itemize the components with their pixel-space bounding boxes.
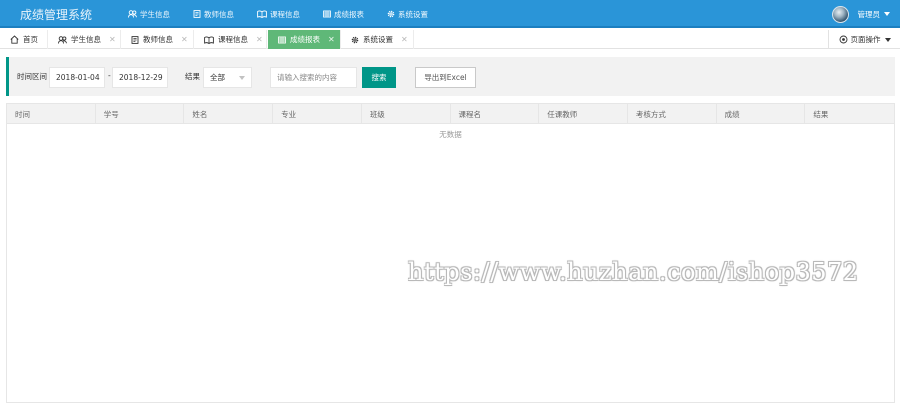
home-icon (10, 35, 19, 44)
close-icon[interactable]: ✕ (328, 35, 335, 44)
top-nav: 学生信息 教师信息 课程信息 成绩报表 系统设置 (128, 0, 451, 28)
avatar[interactable] (831, 5, 849, 23)
tab-grade-report[interactable]: 成绩报表 ✕ (268, 30, 341, 49)
nav-grade-report[interactable]: 成绩报表 (323, 0, 364, 28)
column-header-result[interactable]: 结果 (805, 104, 894, 124)
search-panel: 时间区间 2018-01-04 - 2018-12-29 结果 全部 请输入搜索… (6, 57, 895, 96)
table-header: 时间 学号 姓名 专业 班级 课程名 任课教师 考核方式 成绩 结果 (7, 104, 894, 124)
tab-course-info[interactable]: 课程信息 ✕ (194, 30, 267, 49)
users-icon (128, 10, 137, 18)
target-icon (839, 35, 847, 44)
keyword-search-input[interactable]: 请输入搜索的内容 (270, 67, 357, 88)
user-menu[interactable]: 管理员 (831, 5, 890, 23)
chevron-down-icon (884, 12, 890, 16)
export-excel-button[interactable]: 导出到Excel (415, 67, 476, 88)
column-header-score[interactable]: 成绩 (717, 104, 806, 124)
close-icon[interactable]: ✕ (181, 35, 188, 44)
user-name: 管理员 (857, 9, 881, 19)
nav-system-settings[interactable]: 系统设置 (387, 0, 428, 28)
gear-icon (351, 36, 359, 43)
grade-table: 时间 学号 姓名 专业 班级 课程名 任课教师 考核方式 成绩 结果 无数据 (6, 103, 895, 403)
app-title: 成绩管理系统 (20, 8, 93, 22)
tab-bar: 首页 学生信息 ✕ 教师信息 ✕ 课程信息 ✕ 成绩报表 ✕ 系统设置 ✕ 页面… (0, 30, 900, 49)
date-range-label: 时间区间 (17, 72, 47, 81)
nav-course-info[interactable]: 课程信息 (257, 0, 300, 28)
close-icon[interactable]: ✕ (256, 35, 263, 44)
page-operations-button[interactable]: 页面操作 (828, 30, 900, 49)
end-date-input[interactable]: 2018-12-29 (112, 67, 168, 88)
column-header-class[interactable]: 班级 (362, 104, 451, 124)
column-header-assessment[interactable]: 考核方式 (628, 104, 717, 124)
empty-table-message: 无数据 (439, 130, 462, 139)
tab-student-info[interactable]: 学生信息 ✕ (48, 30, 121, 49)
column-header-student-id[interactable]: 学号 (96, 104, 185, 124)
column-header-teacher[interactable]: 任课教师 (539, 104, 628, 124)
column-header-major[interactable]: 专业 (273, 104, 362, 124)
result-label: 结果 (185, 72, 200, 81)
table-icon (323, 10, 331, 18)
table-icon (278, 36, 286, 43)
document-icon (193, 10, 201, 18)
chevron-down-icon (239, 76, 245, 80)
users-icon (58, 35, 67, 44)
date-separator: - (108, 71, 111, 80)
column-header-course-name[interactable]: 课程名 (451, 104, 540, 124)
book-icon (257, 10, 267, 18)
search-button[interactable]: 搜索 (362, 67, 396, 88)
column-header-name[interactable]: 姓名 (184, 104, 274, 124)
tab-teacher-info[interactable]: 教师信息 ✕ (121, 30, 194, 49)
close-icon[interactable]: ✕ (401, 35, 408, 44)
chevron-down-icon (884, 37, 891, 42)
column-header-time[interactable]: 时间 (7, 104, 96, 124)
tab-home[interactable]: 首页 (0, 30, 48, 49)
nav-student-info[interactable]: 学生信息 (128, 0, 170, 28)
close-icon[interactable]: ✕ (109, 35, 116, 44)
start-date-input[interactable]: 2018-01-04 (49, 67, 105, 88)
result-select[interactable]: 全部 (203, 67, 252, 88)
watermark-text: https://www.huzhan.com/ishop3572 (408, 258, 859, 286)
top-header: 成绩管理系统 学生信息 教师信息 课程信息 成绩报表 系统设置 管理员 (0, 0, 900, 28)
nav-teacher-info[interactable]: 教师信息 (193, 0, 234, 28)
gear-icon (387, 10, 395, 18)
tab-system-settings[interactable]: 系统设置 ✕ (341, 30, 414, 49)
document-icon (131, 35, 139, 44)
book-icon (204, 36, 214, 44)
